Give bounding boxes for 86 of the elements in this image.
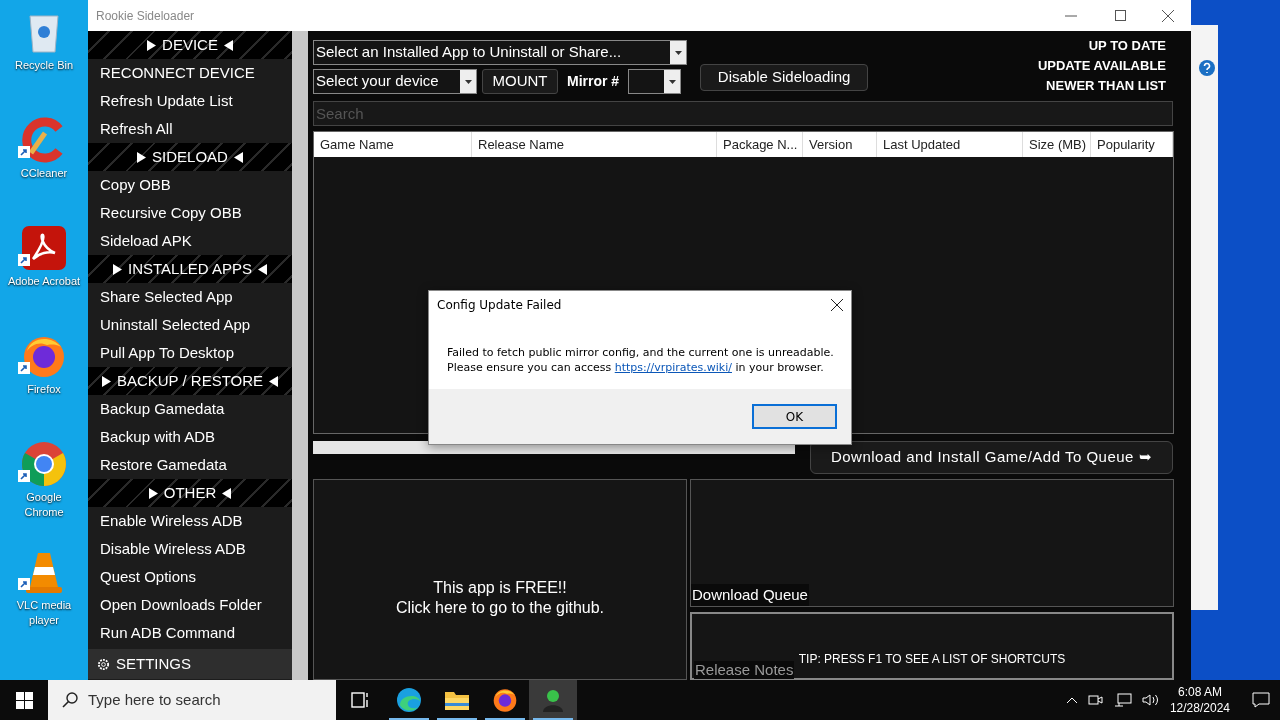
sidebar-item[interactable]: Backup with ADB bbox=[88, 423, 292, 451]
sidebar-section-header: OTHER bbox=[88, 479, 292, 507]
sidebar-section-header: SIDELOAD bbox=[88, 143, 292, 171]
download-queue-label: Download Queue bbox=[691, 583, 809, 606]
camera-icon[interactable] bbox=[1087, 693, 1104, 707]
sidebar-section-header: INSTALLED APPS bbox=[88, 255, 292, 283]
mirror-select[interactable] bbox=[628, 69, 682, 94]
chevron-up-icon[interactable] bbox=[1065, 696, 1078, 704]
right-triangle-icon bbox=[147, 39, 157, 51]
column-header[interactable]: Last Updated bbox=[877, 132, 1023, 157]
acrobat-icon bbox=[21, 225, 67, 271]
taskbar-search-field[interactable]: Type here to search bbox=[48, 680, 336, 720]
dialog-message: Failed to fetch public mirror config, and the current one is unreadable. Please ensure you can access https://vrpirates.wiki/ in your browser. bbox=[447, 345, 835, 376]
sidebar-item[interactable]: Restore Gamedata bbox=[88, 451, 292, 479]
column-header[interactable]: Popularity bbox=[1091, 132, 1173, 157]
volume-icon[interactable] bbox=[1141, 693, 1160, 707]
status-legend-label: UPDATE AVAILABLE bbox=[1037, 57, 1166, 75]
figure-icon bbox=[540, 687, 566, 713]
column-header[interactable]: Game Name bbox=[314, 132, 472, 157]
folder-icon bbox=[444, 689, 470, 711]
sidebar-item[interactable]: Pull App To Desktop bbox=[88, 339, 292, 367]
sidebar-item[interactable]: Refresh Update List bbox=[88, 87, 292, 115]
sidebar-item[interactable]: Recursive Copy OBB bbox=[88, 199, 292, 227]
search-icon bbox=[62, 692, 78, 708]
firefox-icon bbox=[492, 687, 518, 713]
wiki-link[interactable]: https://vrpirates.wiki/ bbox=[614, 361, 732, 374]
dropdown-caret-icon bbox=[464, 79, 472, 84]
right-triangle-icon bbox=[101, 375, 111, 387]
chrome-icon bbox=[20, 440, 68, 488]
dropdown-caret-icon bbox=[674, 50, 682, 55]
gear-icon bbox=[97, 657, 110, 671]
mount-button[interactable]: MOUNT bbox=[482, 69, 558, 94]
status-legend-label: NEWER THAN LIST bbox=[1046, 77, 1166, 95]
disable-sideloading-button[interactable]: Disable Sideloading bbox=[700, 64, 869, 91]
sidebar-item[interactable]: Share Selected App bbox=[88, 283, 292, 311]
close-icon[interactable] bbox=[831, 299, 843, 311]
ok-button[interactable]: OK bbox=[752, 404, 837, 429]
sidebar-item[interactable]: Open Downloads Folder bbox=[88, 591, 292, 619]
clock-date[interactable]: 12/28/2024 bbox=[1169, 700, 1230, 716]
left-triangle-icon bbox=[257, 263, 267, 275]
close-icon[interactable] bbox=[1162, 9, 1174, 22]
sidebar-item[interactable]: RECONNECT DEVICE bbox=[88, 59, 292, 87]
right-triangle-icon bbox=[148, 487, 158, 499]
windows-logo-icon bbox=[15, 691, 33, 709]
column-header[interactable]: Package N... bbox=[717, 132, 803, 157]
left-triangle-icon bbox=[222, 487, 232, 499]
tip-text: TIP: PRESS F1 TO SEE A LIST OF SHORTCUTS bbox=[798, 651, 1066, 668]
device-select[interactable]: Select your device bbox=[313, 69, 477, 94]
notification-icon[interactable] bbox=[1252, 692, 1270, 708]
task-view-icon bbox=[351, 691, 371, 709]
clock-time[interactable]: 6:08 AM bbox=[1177, 684, 1222, 700]
release-notes-label: Release Notes bbox=[694, 661, 795, 679]
sidebar-item[interactable]: Sideload APK bbox=[88, 227, 292, 255]
maximize-icon[interactable] bbox=[1115, 10, 1126, 21]
network-icon[interactable] bbox=[1113, 693, 1132, 707]
settings-button[interactable]: SETTINGS bbox=[88, 649, 292, 679]
sidebar-item[interactable]: Enable Wireless ADB bbox=[88, 507, 292, 535]
github-promo-panel[interactable]: This app is FREE!! Click here to go to the github. bbox=[313, 479, 687, 680]
left-triangle-icon bbox=[269, 375, 279, 387]
status-legend-label: UP TO DATE bbox=[1088, 37, 1166, 55]
left-triangle-icon bbox=[223, 39, 233, 51]
column-header[interactable]: Release Name bbox=[472, 132, 717, 157]
edge-icon bbox=[396, 687, 422, 713]
installed-app-select[interactable]: Select an Installed App to Uninstall or Share... bbox=[313, 40, 687, 65]
right-triangle-icon bbox=[137, 151, 147, 163]
sidebar-item[interactable]: Uninstall Selected App bbox=[88, 311, 292, 339]
left-triangle-icon bbox=[233, 151, 243, 163]
sidebar-section-header: BACKUP / RESTORE bbox=[88, 367, 292, 395]
sidebar-item[interactable]: Run ADB Command bbox=[88, 619, 292, 647]
window-title: Rookie Sideloader bbox=[96, 7, 196, 25]
sidebar-item[interactable]: Disable Wireless ADB bbox=[88, 535, 292, 563]
download-install-button[interactable]: Download and Install Game/Add To Queue ➥ bbox=[810, 441, 1173, 474]
sidebar-item[interactable]: Refresh All bbox=[88, 115, 292, 143]
sidebar-item[interactable]: Copy OBB bbox=[88, 171, 292, 199]
sidebar-item[interactable]: Backup Gamedata bbox=[88, 395, 292, 423]
sidebar-item[interactable]: Quest Options bbox=[88, 563, 292, 591]
dialog-title: Config Update Failed bbox=[437, 297, 563, 314]
dropdown-caret-icon bbox=[668, 79, 676, 84]
scrollbar[interactable] bbox=[292, 31, 308, 680]
mirror-label: Mirror # bbox=[567, 72, 620, 91]
sidebar-section-header: DEVICE bbox=[88, 31, 292, 59]
search-field[interactable]: Search bbox=[313, 101, 1173, 126]
column-header[interactable]: Version bbox=[803, 132, 877, 157]
taskbar-app[interactable] bbox=[529, 680, 577, 720]
right-triangle-icon bbox=[113, 263, 122, 275]
column-header[interactable]: Size (MB) bbox=[1023, 132, 1091, 157]
